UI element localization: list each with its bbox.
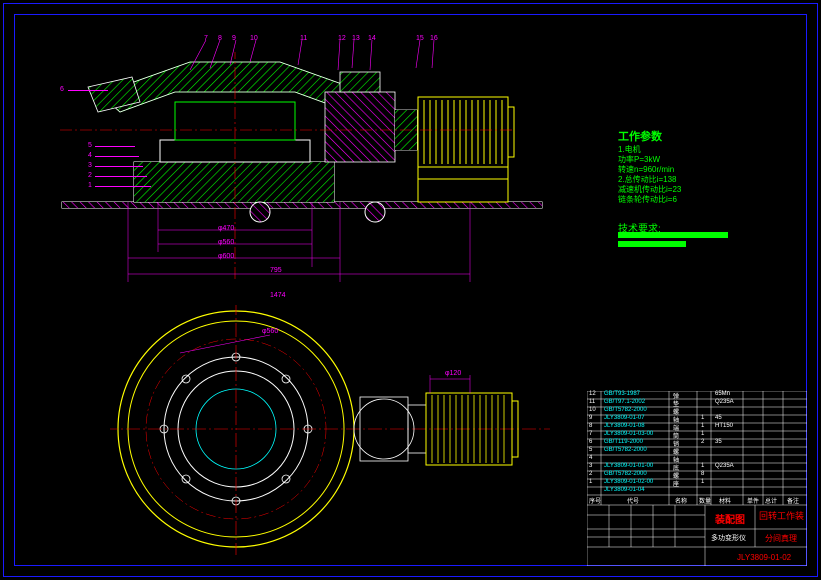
balloon-10: 10 [250,35,258,42]
balloon-15: 15 [416,35,424,42]
dim-d4: 795 [270,267,282,274]
hdr-col-5: 单件 [747,496,759,505]
balloon-9: 9 [232,35,236,42]
hdr-col-7: 备注 [787,496,799,505]
balloon-16: 16 [430,35,438,42]
balloon-14: 14 [368,35,376,42]
hdr-col-4: 材料 [719,496,731,505]
cad-canvas: 7 8 9 10 11 12 13 14 15 16 6 5 4 3 2 1 φ… [0,0,821,580]
hdr-col-1: 代号 [627,496,639,505]
balloon-8: 8 [218,35,222,42]
title-extra: 多功变形仪 [711,533,746,543]
balloon-leaders [40,40,560,80]
balloon-1: 1 [88,182,92,189]
balloon-2: 2 [88,172,92,179]
title-proj: 分间真理 [765,533,797,544]
balloon-6: 6 [60,86,64,93]
req-bar-2 [618,241,686,247]
title-main: 回转工作装 [759,509,804,522]
dwg-no: JLY3809-01-02 [737,553,791,562]
param-line-5: 链条轮传动比i=6 [618,194,677,205]
params-heading: 工作参数 [618,128,662,144]
plan-dim-motor: φ120 [445,370,461,377]
elevation-drawing [40,52,550,302]
dim-d5: 1474 [270,292,286,299]
balloon-12: 12 [338,35,346,42]
dim-d2: φ560 [218,239,234,246]
hdr-col-3: 数量 [699,496,711,505]
req-bar-1 [618,232,728,238]
hdr-col-0: 序号 [589,496,601,505]
hdr-col-2: 名称 [675,496,687,505]
balloon-4: 4 [88,152,92,159]
title-sub: 装配图 [715,511,745,526]
balloon-11: 11 [300,35,307,42]
plan-drawing [110,305,560,557]
plan-dim-bolt-circle: φ560 [262,328,278,335]
balloon-5: 5 [88,142,92,149]
balloon-13: 13 [352,35,360,42]
dim-d3: φ600 [218,253,234,260]
dim-d1: φ470 [218,225,234,232]
hdr-col-6: 总计 [765,496,777,505]
balloon-3: 3 [88,162,92,169]
title-block: 12 GB/T93-1987 弹 65Mn 11 GB/T97.1-2002 垫… [587,391,807,566]
balloon-7: 7 [204,35,208,42]
